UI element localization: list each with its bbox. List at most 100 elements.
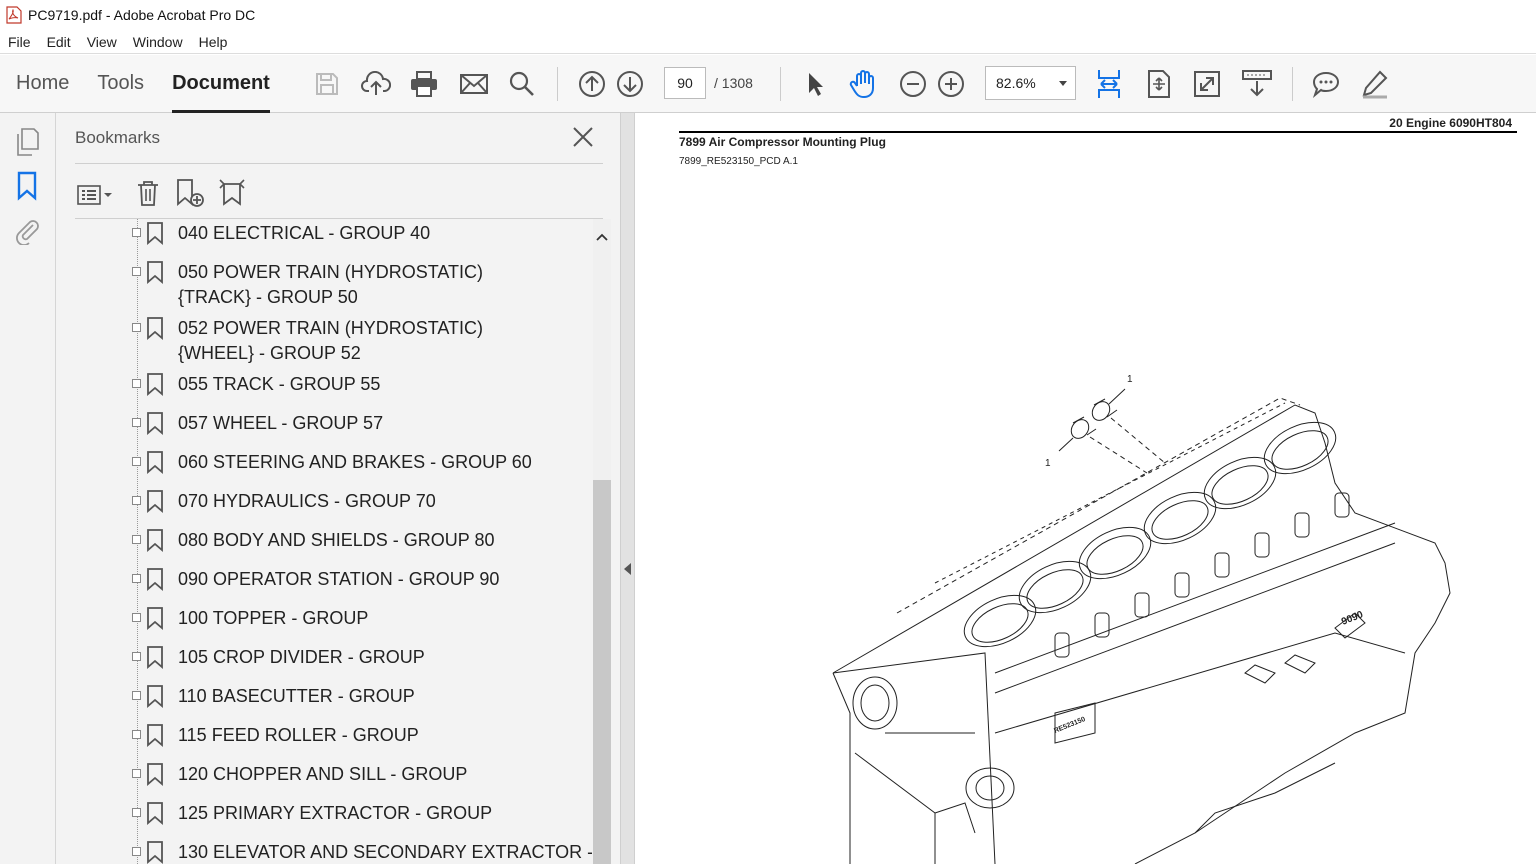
close-icon[interactable] [571, 125, 595, 154]
bookmark-label: 070 HYDRAULICS - GROUP 70 [178, 491, 436, 511]
scrollbar-thumb[interactable] [593, 480, 611, 864]
panel-title: Bookmarks [75, 128, 161, 147]
bookmark-label: 115 FEED ROLLER - GROUP [178, 725, 419, 745]
options-list-icon [77, 185, 101, 205]
menu-window[interactable]: Window [125, 34, 191, 50]
chevron-down-icon [1059, 81, 1067, 86]
new-bookmark-icon[interactable] [175, 178, 205, 213]
bookmark-panel-icon[interactable] [16, 171, 38, 206]
bookmark-label: 105 CROP DIVIDER - GROUP [178, 647, 425, 667]
menu-help[interactable]: Help [191, 34, 236, 50]
bookmark-icon [147, 568, 163, 591]
bookmark-icon [147, 763, 163, 786]
bookmark-label: 125 PRIMARY EXTRACTOR - GROUP [178, 803, 493, 823]
bookmark-label: 090 OPERATOR STATION - GROUP 90 [178, 569, 500, 589]
expand-toggle[interactable] [132, 535, 141, 544]
comment-icon[interactable] [1310, 55, 1342, 113]
hand-tool-icon[interactable] [846, 55, 882, 113]
expand-toggle[interactable] [132, 613, 141, 622]
scroll-up-icon[interactable] [596, 229, 608, 247]
bookmark-icon [147, 724, 163, 747]
bookmark-icon [147, 261, 163, 284]
expand-toggle[interactable] [132, 652, 141, 661]
pdf-file-icon [6, 6, 22, 24]
callout-label: 1 [1045, 458, 1051, 469]
bookmark-icon [147, 802, 163, 825]
chevron-down-icon [104, 193, 112, 197]
expand-toggle[interactable] [132, 267, 141, 276]
fit-page-icon[interactable] [1144, 55, 1174, 113]
window-title: PC9719.pdf - Adobe Acrobat Pro DC [28, 7, 256, 23]
zoom-in-icon[interactable] [936, 55, 966, 113]
expand-bookmark-icon[interactable] [217, 178, 247, 213]
save-icon[interactable] [312, 55, 342, 113]
casting-mark: 9090 [1340, 609, 1365, 628]
document-view[interactable]: 20 Engine 6090HT804 7899 Air Compressor … [635, 113, 1536, 864]
bookmark-icon [147, 317, 163, 340]
engine-block-illustration: 1 1 9090 RE523150 [832, 374, 1451, 864]
title-bar: PC9719.pdf - Adobe Acrobat Pro DC [0, 0, 1536, 30]
zoom-select[interactable]: 82.6% [985, 66, 1076, 100]
expand-toggle[interactable] [132, 574, 141, 583]
previous-page-icon[interactable] [576, 55, 608, 113]
cloud-upload-icon[interactable] [360, 55, 392, 113]
expand-toggle[interactable] [132, 457, 141, 466]
expand-toggle[interactable] [132, 379, 141, 388]
tab-tools[interactable]: Tools [83, 55, 158, 113]
zoom-out-icon[interactable] [898, 55, 928, 113]
menu-bar: File Edit View Window Help [0, 30, 1536, 54]
bookmark-label: 052 POWER TRAIN (HYDROSTATIC){WHEEL} - G… [178, 318, 484, 363]
search-icon[interactable] [506, 55, 538, 113]
bookmark-label: 130 ELEVATOR AND SECONDARY EXTRACTOR - [178, 842, 592, 862]
bookmark-icon [147, 646, 163, 669]
highlight-pen-icon[interactable] [1358, 55, 1392, 113]
expand-toggle[interactable] [132, 228, 141, 237]
bookmark-icon [147, 412, 163, 435]
main-toolbar: Home Tools Document [0, 55, 1536, 113]
bookmark-icon [147, 490, 163, 513]
casting-mark: RE523150 [1053, 716, 1086, 735]
bookmark-icon [147, 841, 163, 864]
attachment-icon[interactable] [13, 217, 41, 250]
expand-toggle[interactable] [132, 847, 141, 856]
expand-toggle[interactable] [132, 323, 141, 332]
bookmark-label: 120 CHOPPER AND SILL - GROUP [178, 764, 468, 784]
menu-edit[interactable]: Edit [39, 34, 79, 50]
expand-toggle[interactable] [132, 769, 141, 778]
bookmarks-panel: Bookmarks 040 ELECTRICAL - GROUP 40 050 … [56, 113, 620, 864]
bookmark-label: 060 STEERING AND BRAKES - GROUP 60 [178, 452, 532, 472]
expand-toggle[interactable] [132, 691, 141, 700]
bookmark-label: 055 TRACK - GROUP 55 [178, 374, 381, 394]
bookmark-icon [147, 222, 163, 245]
bookmark-icon [147, 373, 163, 396]
page-total: / 1308 [714, 75, 753, 91]
fit-width-icon[interactable] [1094, 55, 1124, 113]
bookmark-label: 050 POWER TRAIN (HYDROSTATIC){TRACK} - G… [178, 262, 484, 307]
full-screen-icon[interactable] [1192, 55, 1222, 113]
select-cursor-icon[interactable] [800, 55, 830, 113]
zoom-value: 82.6% [996, 75, 1036, 91]
page-thumbnails-icon[interactable] [14, 127, 40, 162]
options-menu-button[interactable] [77, 184, 113, 206]
bookmark-toolbar [75, 171, 247, 219]
next-page-icon[interactable] [614, 55, 646, 113]
expand-toggle[interactable] [132, 730, 141, 739]
email-icon[interactable] [458, 55, 490, 113]
menu-file[interactable]: File [0, 34, 39, 50]
expand-toggle[interactable] [132, 808, 141, 817]
print-icon[interactable] [408, 55, 440, 113]
bookmark-list: 040 ELECTRICAL - GROUP 40 050 POWER TRAI… [56, 219, 592, 864]
scroll-mode-icon[interactable] [1240, 55, 1274, 113]
expand-toggle[interactable] [132, 496, 141, 505]
panel-splitter[interactable] [620, 113, 635, 864]
bookmark-label: 040 ELECTRICAL - GROUP 40 [178, 223, 431, 243]
tab-document[interactable]: Document [158, 55, 284, 113]
bookmark-icon [147, 685, 163, 708]
collapse-arrow-icon[interactable] [624, 563, 631, 575]
delete-bookmark-icon[interactable] [135, 179, 161, 212]
menu-view[interactable]: View [79, 34, 125, 50]
page-number-input[interactable]: 90 [664, 67, 706, 99]
expand-toggle[interactable] [132, 418, 141, 427]
left-navigation-rail [0, 113, 56, 864]
tab-home[interactable]: Home [0, 55, 83, 113]
